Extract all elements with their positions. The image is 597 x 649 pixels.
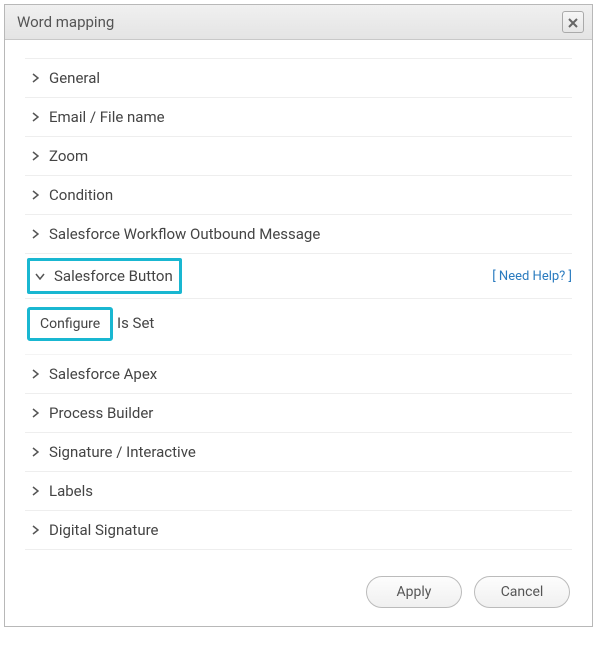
salesforce-button-panel: Configure Is Set	[25, 299, 572, 355]
chevron-right-icon	[29, 369, 41, 379]
chevron-right-icon	[29, 73, 41, 83]
apply-button[interactable]: Apply	[366, 576, 462, 608]
chevron-right-icon	[29, 525, 41, 535]
section-label: Digital Signature	[49, 521, 159, 539]
section-signature[interactable]: Signature / Interactive	[25, 433, 572, 472]
chevron-right-icon	[29, 190, 41, 200]
dialog-title: Word mapping	[17, 13, 114, 31]
section-email[interactable]: Email / File name	[25, 98, 572, 137]
chevron-right-icon	[29, 486, 41, 496]
chevron-right-icon	[29, 408, 41, 418]
close-button[interactable]	[562, 11, 584, 33]
section-label: Email / File name	[49, 108, 165, 126]
configure-status: Is Set	[117, 314, 154, 332]
section-label: Signature / Interactive	[49, 443, 196, 461]
section-general[interactable]: General	[25, 59, 572, 98]
word-mapping-dialog: Word mapping General Email / File name	[4, 4, 593, 627]
titlebar: Word mapping	[5, 5, 592, 40]
section-salesforce-button[interactable]: Salesforce Button [ Need Help? ]	[25, 254, 572, 299]
section-digital-signature[interactable]: Digital Signature	[25, 511, 572, 550]
section-labels[interactable]: Labels	[25, 472, 572, 511]
need-help-link[interactable]: [ Need Help? ]	[492, 269, 572, 284]
section-label: Zoom	[49, 147, 88, 165]
section-apex[interactable]: Salesforce Apex	[25, 355, 572, 394]
configure-button[interactable]: Configure	[27, 307, 113, 341]
section-process-builder[interactable]: Process Builder	[25, 394, 572, 433]
cancel-button[interactable]: Cancel	[474, 576, 570, 608]
chevron-right-icon	[29, 151, 41, 161]
chevron-right-icon	[29, 229, 41, 239]
section-list: General Email / File name Zoom Condition	[25, 58, 572, 550]
chevron-down-icon	[34, 273, 46, 280]
section-label: Process Builder	[49, 404, 153, 422]
section-zoom[interactable]: Zoom	[25, 137, 572, 176]
section-label: Condition	[49, 186, 113, 204]
section-label: Salesforce Apex	[49, 365, 157, 383]
section-workflow[interactable]: Salesforce Workflow Outbound Message	[25, 215, 572, 254]
close-icon	[568, 13, 578, 32]
section-condition[interactable]: Condition	[25, 176, 572, 215]
highlight-box: Salesforce Button	[27, 258, 182, 294]
dialog-content: General Email / File name Zoom Condition	[5, 40, 592, 626]
section-label: General	[49, 69, 100, 87]
chevron-right-icon	[29, 112, 41, 122]
section-label: Salesforce Workflow Outbound Message	[49, 225, 320, 243]
section-label: Labels	[49, 482, 93, 500]
chevron-right-icon	[29, 447, 41, 457]
dialog-footer: Apply Cancel	[25, 550, 572, 610]
section-label: Salesforce Button	[54, 267, 173, 285]
